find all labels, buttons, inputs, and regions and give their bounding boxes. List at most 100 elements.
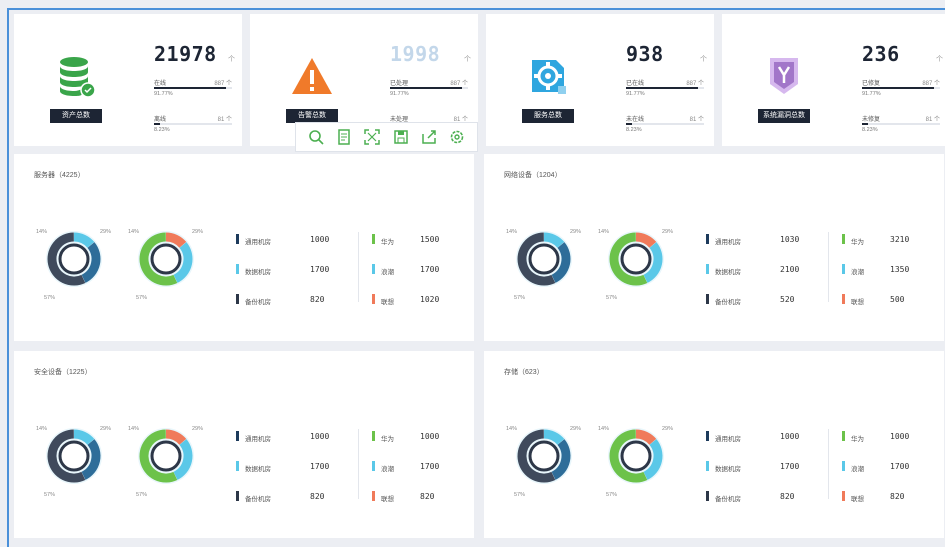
legend-value: 1000 bbox=[420, 432, 440, 441]
donut-percent-label: 57% bbox=[44, 295, 56, 301]
stat-row-label: 已处理 bbox=[390, 81, 409, 87]
vendor-donut-chart[interactable] bbox=[604, 424, 668, 488]
legend-label: 华为 bbox=[381, 436, 394, 443]
legend-item[interactable]: 备份机房 520 bbox=[706, 294, 816, 324]
stat-row: 离线 81 个 8.23% bbox=[154, 114, 232, 136]
legend-item[interactable]: 通用机房 1000 bbox=[236, 234, 346, 264]
stat-unit: 个 bbox=[464, 56, 471, 63]
stat-progress-bar bbox=[626, 87, 704, 89]
legend-label: 联想 bbox=[851, 299, 864, 306]
panel-title: 服务器（4225） bbox=[34, 172, 85, 179]
legend-value: 3210 bbox=[890, 235, 910, 244]
legend-swatch bbox=[372, 264, 375, 274]
legend-swatch bbox=[706, 431, 709, 441]
panel-title: 存储（623） bbox=[504, 369, 544, 376]
legend-item[interactable]: 通用机房 1030 bbox=[706, 234, 816, 264]
stat-card[interactable]: 系统漏洞总数 236 个 已修复 887 个 91.77% 未修复 81 个 8… bbox=[722, 14, 945, 146]
stat-row-value: 81 个 bbox=[217, 117, 232, 123]
stat-row-label: 已在线 bbox=[626, 81, 645, 87]
legend-swatch bbox=[842, 431, 845, 441]
stat-progress-bar bbox=[154, 87, 232, 89]
save-icon[interactable] bbox=[393, 129, 409, 145]
legend-swatch bbox=[706, 491, 709, 501]
stat-row-label: 未修复 bbox=[862, 117, 881, 123]
legend-value: 1000 bbox=[890, 432, 910, 441]
legend-value: 2100 bbox=[780, 265, 800, 274]
legend-item[interactable]: 数据机房 1700 bbox=[236, 264, 346, 294]
legend-swatch bbox=[706, 461, 709, 471]
stat-row-percent: 8.23% bbox=[862, 127, 878, 133]
legend-item[interactable]: 联想 1020 bbox=[372, 294, 462, 324]
stat-row-value: 887 个 bbox=[686, 81, 704, 87]
legend-item[interactable]: 备份机房 820 bbox=[236, 294, 346, 324]
donut-percent-label: 14% bbox=[506, 229, 518, 235]
legend-item[interactable]: 华为 1500 bbox=[372, 234, 462, 264]
legend-item[interactable]: 联想 820 bbox=[372, 491, 462, 521]
fullscreen-icon[interactable] bbox=[364, 129, 381, 145]
vendor-legend: 华为 3210 浪潮 1350 联想 500 bbox=[842, 234, 932, 324]
legend-item[interactable]: 数据机房 2100 bbox=[706, 264, 816, 294]
legend-item[interactable]: 华为 3210 bbox=[842, 234, 932, 264]
legend-item[interactable]: 浪潮 1700 bbox=[372, 264, 462, 294]
legend-item[interactable]: 联想 500 bbox=[842, 294, 932, 324]
legend-value: 1700 bbox=[310, 462, 330, 471]
legend-value: 1020 bbox=[420, 295, 440, 304]
vendor-donut-chart[interactable] bbox=[134, 227, 198, 291]
chart-toolbar bbox=[295, 122, 478, 152]
legend-item[interactable]: 浪潮 1700 bbox=[842, 461, 932, 491]
stat-tag-button[interactable]: 系统漏洞总数 bbox=[758, 109, 810, 123]
room-donut-chart[interactable] bbox=[512, 227, 576, 291]
legend-swatch bbox=[236, 294, 239, 304]
donut-percent-label: 29% bbox=[192, 426, 204, 432]
legend-item[interactable]: 数据机房 1700 bbox=[236, 461, 346, 491]
donut-percent-label: 57% bbox=[136, 492, 148, 498]
legend-item[interactable]: 华为 1000 bbox=[842, 431, 932, 461]
legend-value: 500 bbox=[890, 295, 905, 304]
stat-row: 已修复 887 个 91.77% bbox=[862, 78, 940, 100]
device-panel: 安全设备（1225） 14% 29% 57% 14% 29% 57% 通用机房 … bbox=[14, 351, 474, 538]
legend-value: 820 bbox=[420, 492, 435, 501]
stat-row: 未修复 81 个 8.23% bbox=[862, 114, 940, 136]
legend-item[interactable]: 数据机房 1700 bbox=[706, 461, 816, 491]
stat-row-label: 离线 bbox=[154, 117, 167, 123]
legend-item[interactable]: 备份机房 820 bbox=[706, 491, 816, 521]
legend-item[interactable]: 备份机房 820 bbox=[236, 491, 346, 521]
stat-tag-button[interactable]: 告警总数 bbox=[286, 109, 338, 123]
legend-swatch bbox=[706, 234, 709, 244]
vendor-donut-chart[interactable] bbox=[134, 424, 198, 488]
legend-item[interactable]: 通用机房 1000 bbox=[706, 431, 816, 461]
room-donut-chart[interactable] bbox=[512, 424, 576, 488]
room-donut-chart[interactable] bbox=[42, 227, 106, 291]
legend-item[interactable]: 通用机房 1000 bbox=[236, 431, 346, 461]
legend-item[interactable]: 浪潮 1700 bbox=[372, 461, 462, 491]
zoom-icon[interactable] bbox=[308, 129, 324, 145]
legend-swatch bbox=[236, 431, 239, 441]
legend-value: 820 bbox=[310, 492, 325, 501]
donut-percent-label: 29% bbox=[100, 426, 112, 432]
stat-tag-button[interactable]: 服务总数 bbox=[522, 109, 574, 123]
donut-percent-label: 57% bbox=[44, 492, 56, 498]
legend-label: 备份机房 bbox=[715, 299, 741, 306]
legend-item[interactable]: 联想 820 bbox=[842, 491, 932, 521]
legend-value: 1700 bbox=[780, 462, 800, 471]
room-donut-chart[interactable] bbox=[42, 424, 106, 488]
stat-row: 已在线 887 个 91.77% bbox=[626, 78, 704, 100]
room-legend: 通用机房 1000 数据机房 1700 备份机房 820 bbox=[236, 431, 346, 521]
stat-card[interactable]: 服务总数 938 个 已在线 887 个 91.77% 未在线 81 个 8.2… bbox=[486, 14, 714, 146]
vendor-donut-chart[interactable] bbox=[604, 227, 668, 291]
stat-card[interactable]: 资产总数 21978 个 在线 887 个 91.77% 离线 81 个 8.2… bbox=[14, 14, 242, 146]
stat-progress-bar bbox=[154, 123, 232, 125]
document-icon[interactable] bbox=[336, 129, 352, 145]
legend-label: 备份机房 bbox=[245, 496, 271, 503]
legend-label: 备份机房 bbox=[715, 496, 741, 503]
legend-label: 华为 bbox=[381, 239, 394, 246]
stat-row: 已处理 887 个 91.77% bbox=[390, 78, 468, 100]
settings-icon[interactable] bbox=[449, 129, 465, 145]
stat-tag-button[interactable]: 资产总数 bbox=[50, 109, 102, 123]
donut-percent-label: 57% bbox=[606, 492, 618, 498]
legend-item[interactable]: 华为 1000 bbox=[372, 431, 462, 461]
legend-item[interactable]: 浪潮 1350 bbox=[842, 264, 932, 294]
stat-row-label: 未在线 bbox=[626, 117, 645, 123]
export-icon[interactable] bbox=[421, 129, 437, 145]
donut-percent-label: 14% bbox=[128, 426, 140, 432]
